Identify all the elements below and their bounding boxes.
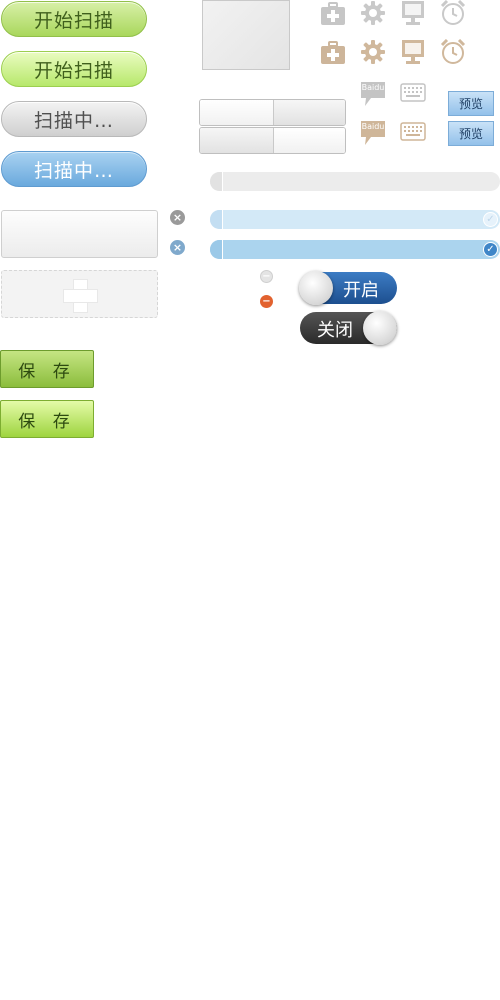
scanning-button[interactable]: 扫描中… [1, 101, 147, 137]
toggle-on-label: 开启 [343, 280, 379, 301]
split-input-top[interactable] [199, 99, 346, 126]
toggle-on[interactable]: 开启 [299, 271, 397, 305]
baidu-label-hover: Baidu [361, 122, 385, 131]
start-scan-hover-label: 开始扫描 [33, 59, 114, 82]
progress-bar-cap [210, 210, 223, 229]
split-input-left[interactable] [200, 128, 274, 153]
preview-button[interactable]: 预览 [448, 91, 494, 116]
add-item-box[interactable] [1, 270, 158, 318]
check-icon: ✓ [483, 242, 498, 257]
alarm-clock-icon-hover [440, 39, 466, 64]
save-button[interactable]: 保 存 [0, 350, 94, 388]
alarm-clock-icon [440, 0, 466, 25]
clear-icon-hover[interactable]: × [170, 240, 185, 255]
save-button-hover[interactable]: 保 存 [0, 400, 94, 438]
split-input-right[interactable] [274, 128, 345, 153]
medkit-icon-hover [321, 41, 345, 64]
check-icon-faint: ✓ [483, 212, 498, 227]
split-input-left[interactable] [200, 100, 274, 125]
baidu-icon: Baidu [359, 80, 387, 108]
progress-bar-cap [210, 172, 223, 191]
clear-icon[interactable]: × [170, 210, 185, 225]
gear-icon [361, 1, 385, 25]
save-hover-label: 保 存 [18, 411, 76, 432]
plus-icon-bar [63, 289, 98, 303]
scanning-label: 扫描中… [33, 109, 114, 132]
progress-bar-light: ✓ [210, 210, 500, 229]
start-scan-button[interactable]: 开始扫描 [1, 1, 147, 37]
remove-icon[interactable]: − [260, 270, 273, 283]
preview-button-hover[interactable]: 预览 [448, 121, 494, 146]
toggle-off-label: 关闭 [317, 320, 353, 341]
start-scan-label: 开始扫描 [33, 9, 114, 32]
remove-icon-hover[interactable]: − [260, 295, 273, 308]
baidu-label: Baidu [361, 83, 385, 92]
keyboard-icon-hover [400, 122, 426, 141]
gear-icon-hover [361, 40, 385, 64]
baidu-icon-hover: Baidu [359, 119, 387, 147]
text-input-box[interactable] [1, 210, 158, 258]
scanning-active-label: 扫描中… [33, 159, 114, 182]
scanning-button-active[interactable]: 扫描中… [1, 151, 147, 187]
preview-panel [202, 0, 290, 70]
progress-bar-empty [210, 172, 500, 191]
keyboard-icon [400, 83, 426, 102]
monitor-icon-hover [402, 40, 424, 64]
medkit-icon [321, 2, 345, 25]
preview-label: 预览 [458, 97, 483, 111]
start-scan-button-hover[interactable]: 开始扫描 [1, 51, 147, 87]
progress-bar-complete: ✓ [210, 240, 500, 259]
save-label: 保 存 [18, 361, 76, 382]
split-input-bottom[interactable] [199, 127, 346, 154]
progress-bar-cap [210, 240, 223, 259]
toggle-off[interactable]: 关闭 [300, 311, 397, 345]
toggle-knob[interactable] [363, 311, 397, 345]
toggle-knob[interactable] [299, 271, 333, 305]
monitor-icon [402, 1, 424, 25]
preview-label-hover: 预览 [458, 127, 483, 141]
split-input-right[interactable] [274, 100, 345, 125]
